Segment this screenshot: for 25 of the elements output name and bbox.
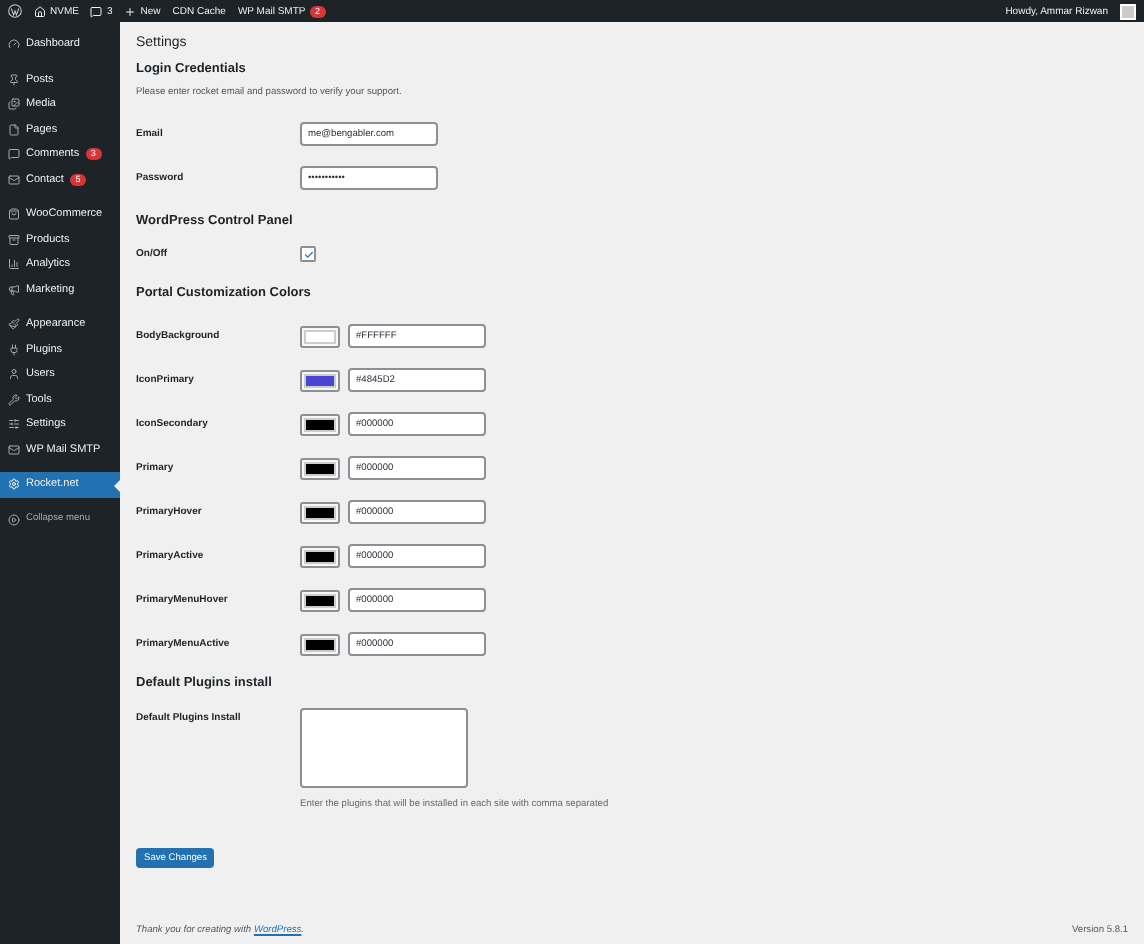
home-icon — [34, 5, 46, 17]
megaphone-icon — [8, 283, 20, 296]
comment-icon — [90, 5, 103, 17]
pin-icon — [8, 73, 20, 86]
comment-icon — [8, 148, 20, 161]
page-icon — [8, 123, 20, 136]
checkbox[interactable] — [300, 246, 316, 262]
collapse-icon — [8, 513, 20, 526]
mail-icon — [8, 443, 20, 456]
user-icon — [8, 368, 20, 381]
plug-icon — [8, 343, 20, 356]
plus-icon — [124, 5, 137, 17]
bar-chart-icon — [8, 258, 20, 271]
gauge-icon — [8, 38, 20, 51]
avatar-icon[interactable] — [1120, 3, 1136, 19]
plugins-textarea[interactable] — [300, 708, 468, 788]
wrench-icon — [8, 393, 20, 406]
settings-icon — [8, 478, 20, 491]
mail-icon — [8, 173, 20, 186]
brush-icon — [8, 318, 20, 331]
wordpress-logo-icon[interactable] — [8, 4, 22, 18]
sliders-icon — [8, 418, 20, 431]
archive-icon — [8, 233, 20, 246]
images-icon — [8, 98, 20, 111]
bag-icon — [8, 208, 20, 221]
